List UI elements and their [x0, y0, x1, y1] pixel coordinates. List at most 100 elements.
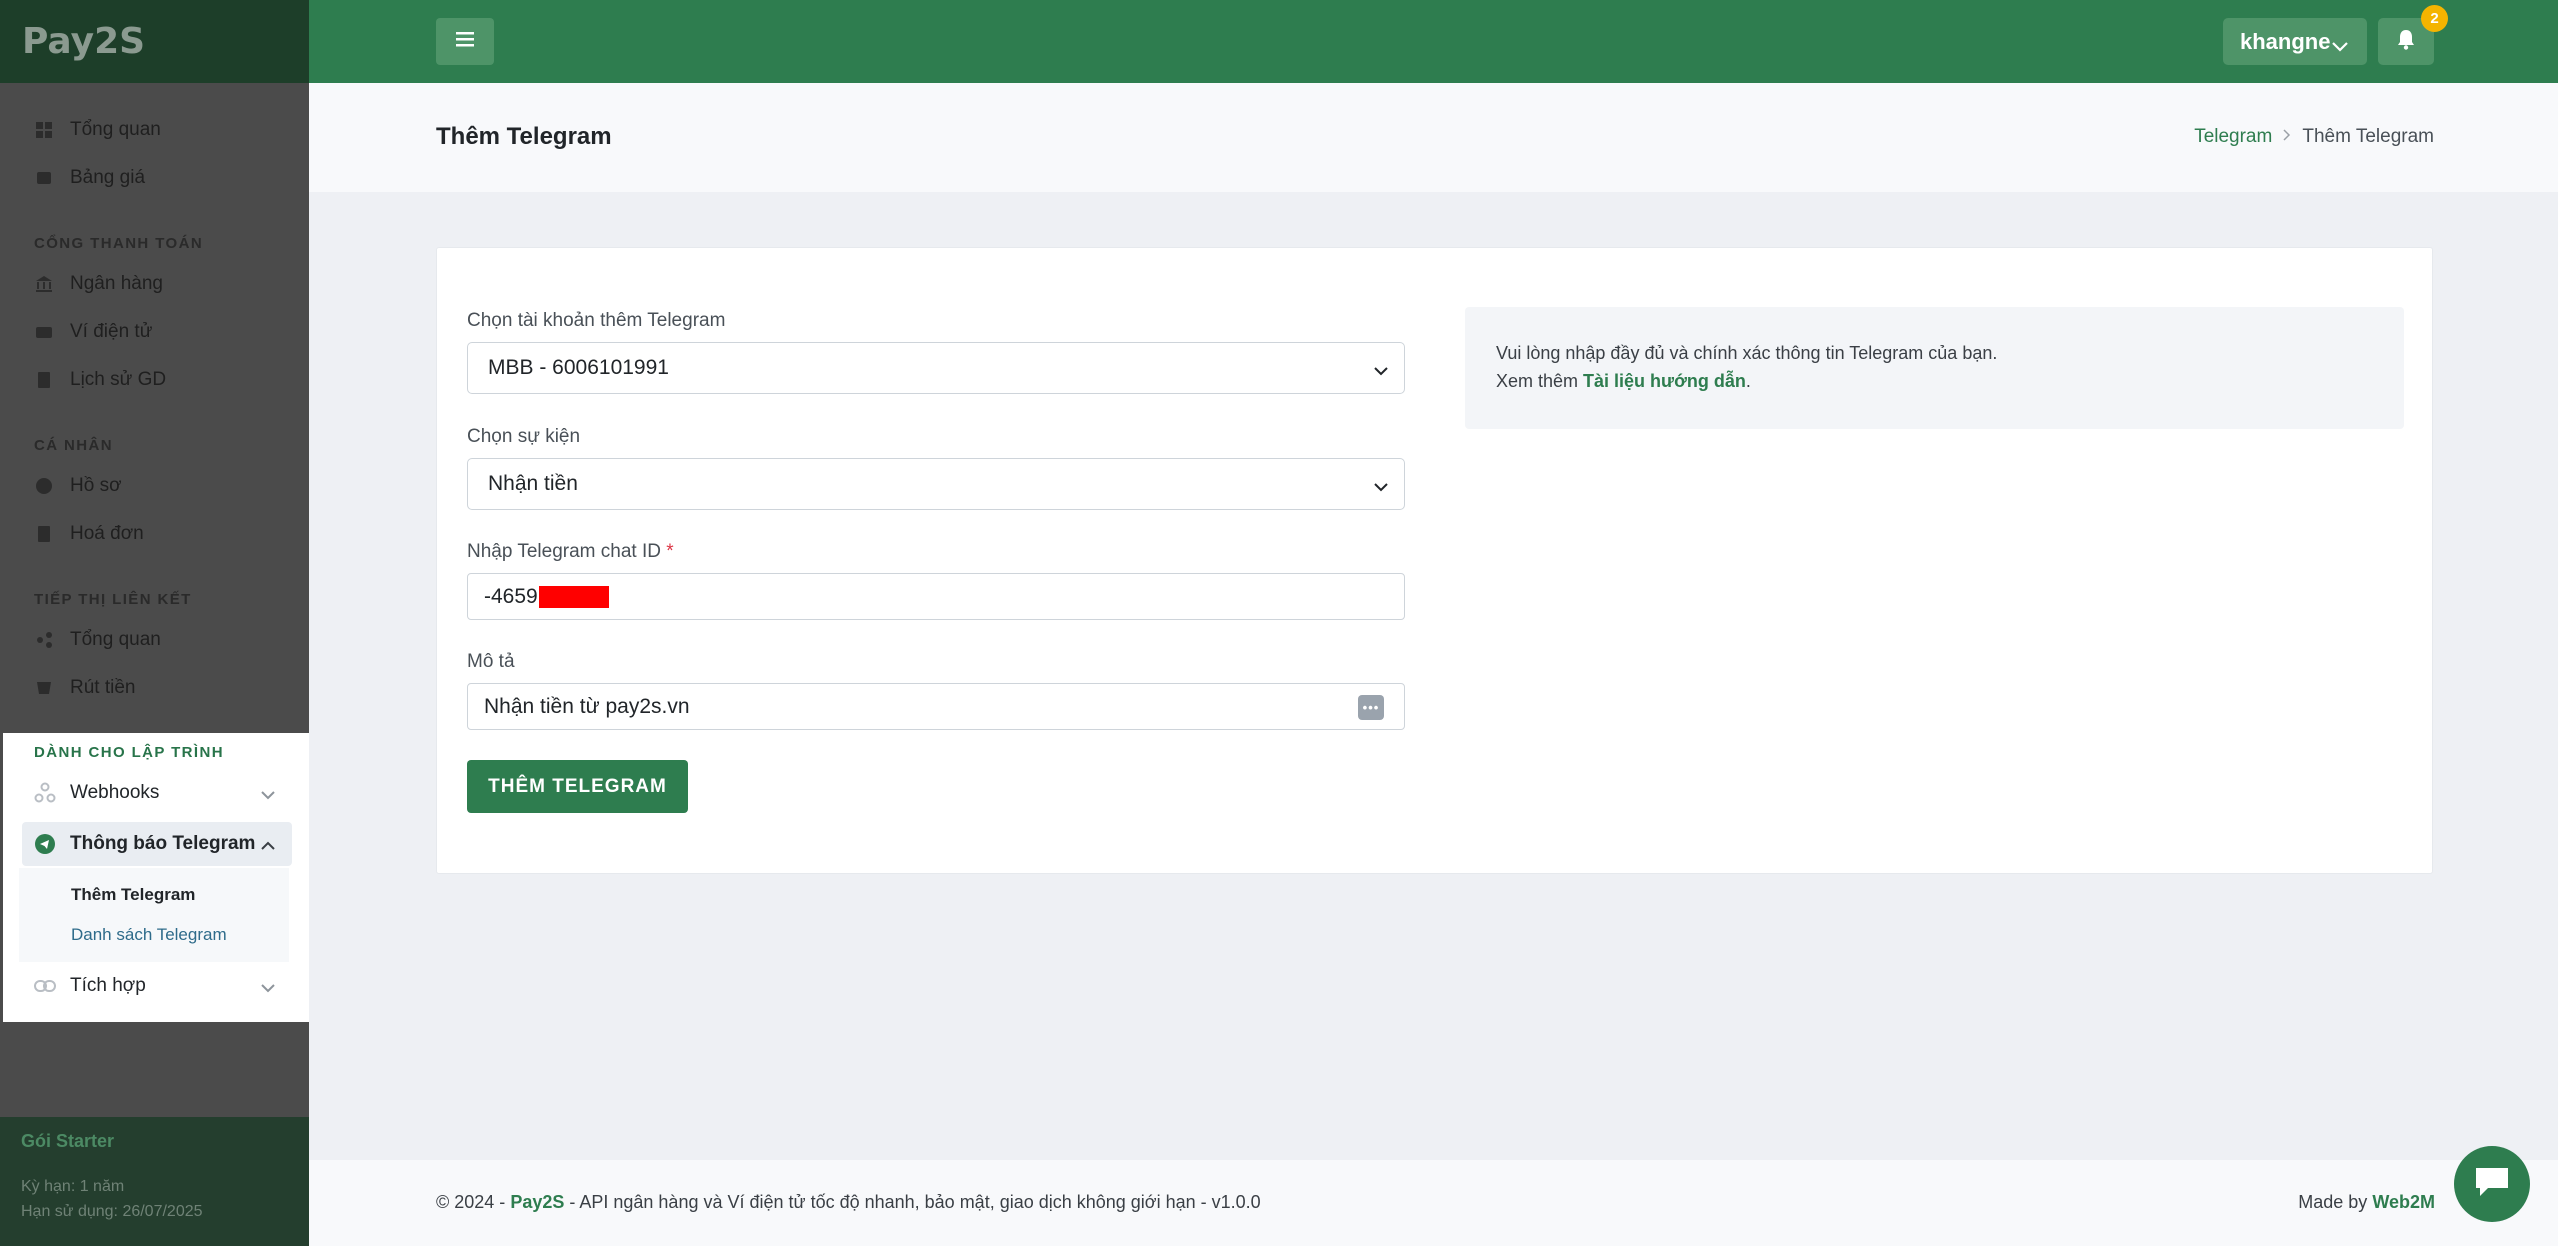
logo-bar: Pay2S: [0, 0, 309, 83]
made-by-text: Made by: [2298, 1192, 2373, 1212]
sidebar-item-telegram[interactable]: Thông báo Telegram: [22, 822, 292, 866]
event-select-value: Nhận tiền: [488, 472, 578, 495]
grid-icon: [34, 120, 54, 140]
user-icon: [34, 476, 54, 496]
chat-id-value: -4659: [484, 584, 538, 608]
menu-toggle-button[interactable]: [436, 18, 494, 65]
sidebar-item-webhooks[interactable]: Webhooks: [22, 771, 292, 815]
logo[interactable]: Pay2S: [22, 21, 145, 62]
telegram-submenu: Thêm Telegram Danh sách Telegram: [19, 868, 289, 962]
account-label: Chọn tài khoản thêm Telegram: [467, 310, 726, 331]
sidebar-item-label: Bảng giá: [70, 167, 146, 188]
event-select[interactable]: Nhận tiền: [467, 458, 1405, 510]
breadcrumb: Telegram Thêm Telegram: [2194, 126, 2434, 148]
chevron-down-icon: [1373, 475, 1389, 499]
sidebar-item-integration[interactable]: Tích hợp: [22, 964, 292, 1008]
notification-badge: 2: [2421, 5, 2448, 32]
account-select-value: MBB - 6006101991: [488, 356, 669, 379]
sidebar-item-overview[interactable]: Tổng quan: [34, 113, 161, 147]
page-header: Thêm Telegram Telegram Thêm Telegram: [309, 83, 2558, 192]
telegram-icon: [34, 833, 56, 855]
required-marker: *: [666, 541, 674, 562]
footer-brand-link[interactable]: Pay2S: [510, 1192, 564, 1212]
sidebar-item-label: Tổng quan: [70, 119, 161, 140]
add-telegram-button[interactable]: THÊM TELEGRAM: [467, 760, 688, 813]
submenu-telegram-list[interactable]: Danh sách Telegram: [71, 925, 227, 945]
description-label: Mô tả: [467, 651, 515, 672]
sidebar-item-wallet[interactable]: Ví điện tử: [34, 315, 152, 349]
web2m-link[interactable]: Web2M: [2372, 1192, 2435, 1212]
bank-icon: [34, 274, 54, 294]
plan-term: Kỳ hạn: 1 năm: [21, 1178, 125, 1195]
sidebar-item-label: Thông báo Telegram: [70, 833, 256, 854]
sidebar-item-label: Ngân hàng: [70, 273, 163, 294]
user-menu-button[interactable]: khangne: [2223, 18, 2367, 65]
chevron-right-icon: [2283, 128, 2291, 146]
sidebar-item-label: Tổng quan: [70, 629, 161, 650]
plan-expiry: Hạn sử dụng: 26/07/2025: [21, 1203, 203, 1220]
breadcrumb-link-telegram[interactable]: Telegram: [2194, 126, 2272, 148]
footer-tagline: - API ngân hàng và Ví điện tử tốc độ nha…: [564, 1192, 1261, 1212]
copyright-text: © 2024 -: [436, 1192, 511, 1212]
chat-id-label: Nhập Telegram chat ID *: [467, 541, 674, 563]
chat-id-label-text: Nhập Telegram chat ID: [467, 541, 661, 562]
bell-icon: [2396, 28, 2416, 55]
topbar: khangne 2: [309, 0, 2558, 83]
sidebar-item-history[interactable]: Lịch sử GD: [34, 363, 166, 397]
link-icon: [34, 975, 56, 997]
event-label: Chọn sự kiện: [467, 426, 581, 447]
sidebar-item-label: Rút tiền: [70, 677, 136, 698]
sidebar-section-header: CÁ NHÂN: [34, 437, 113, 454]
password-manager-icon[interactable]: •••: [1358, 695, 1384, 720]
chat-id-input[interactable]: -4659: [467, 573, 1405, 620]
sidebar-item-profile[interactable]: Hồ sơ: [34, 469, 122, 503]
sidebar-item-label: Tích hợp: [70, 975, 146, 996]
sidebar-item-label: Webhooks: [70, 782, 160, 803]
sidebar-item-label: Ví điện tử: [70, 321, 153, 342]
sidebar-item-affiliate-overview[interactable]: Tổng quan: [34, 623, 161, 657]
docs-link[interactable]: Tài liệu hướng dẫn: [1583, 371, 1746, 391]
sidebar-item-pricing[interactable]: Bảng giá: [34, 161, 145, 195]
chevron-down-icon: [260, 977, 276, 999]
chevron-up-icon: [260, 835, 276, 857]
sidebar-item-label: Hồ sơ: [70, 475, 122, 496]
sidebar-section-header: TIẾP THỊ LIÊN KẾT: [34, 591, 192, 608]
submenu-add-telegram[interactable]: Thêm Telegram: [71, 885, 195, 905]
hamburger-icon: [456, 31, 474, 52]
footer: © 2024 - Pay2S - API ngân hàng và Ví điệ…: [309, 1160, 2558, 1246]
invoice-icon: [34, 524, 54, 544]
chevron-down-icon: [260, 784, 276, 806]
sidebar-item-invoice[interactable]: Hoá đơn: [34, 517, 144, 551]
info-line-1: Vui lòng nhập đầy đủ và chính xác thông …: [1496, 343, 1998, 363]
sidebar-item-withdraw[interactable]: Rút tiền: [34, 671, 135, 705]
footer-copyright: © 2024 - Pay2S - API ngân hàng và Ví điệ…: [436, 1192, 1261, 1213]
footer-made-by: Made by Web2M: [2298, 1192, 2435, 1213]
chat-icon: [2472, 1164, 2512, 1205]
chat-widget-button[interactable]: [2454, 1146, 2530, 1222]
info-panel: Vui lòng nhập đầy đủ và chính xác thông …: [1465, 307, 2404, 429]
info-line-2-suffix: .: [1745, 371, 1751, 391]
affiliate-icon: [34, 630, 54, 650]
plan-title: Gói Starter: [21, 1131, 115, 1151]
sidebar: Pay2S Tổng quan Bảng giá CỔNG THANH TOÁN…: [0, 0, 309, 1246]
description-input[interactable]: Nhận tiền từ pay2s.vn •••: [467, 683, 1405, 730]
wallet-icon: [34, 322, 54, 342]
chevron-down-icon: [2331, 33, 2349, 59]
sidebar-item-label: Hoá đơn: [70, 523, 144, 544]
webhook-icon: [34, 782, 56, 804]
sidebar-section-header: CỔNG THANH TOÁN: [34, 235, 204, 252]
info-line-2-prefix: Xem thêm: [1496, 371, 1584, 391]
info-line-2: Xem thêm Tài liệu hướng dẫn.: [1496, 367, 2404, 395]
withdraw-icon: [34, 678, 54, 698]
sidebar-item-label: Lịch sử GD: [70, 369, 167, 390]
username: khangne: [2240, 28, 2331, 54]
price-icon: [34, 168, 54, 188]
breadcrumb-current: Thêm Telegram: [2302, 126, 2434, 147]
sidebar-item-bank[interactable]: Ngân hàng: [34, 267, 163, 301]
account-select[interactable]: MBB - 6006101991: [467, 342, 1405, 394]
description-value: Nhận tiền từ pay2s.vn: [484, 694, 690, 718]
sidebar-section-header: DÀNH CHO LẬP TRÌNH: [34, 744, 224, 761]
redaction-block: [538, 585, 609, 608]
add-telegram-card: Chọn tài khoản thêm Telegram MBB - 60061…: [436, 247, 2433, 874]
plan-panel: Gói Starter Kỳ hạn: 1 năm Hạn sử dụng: 2…: [0, 1117, 309, 1246]
